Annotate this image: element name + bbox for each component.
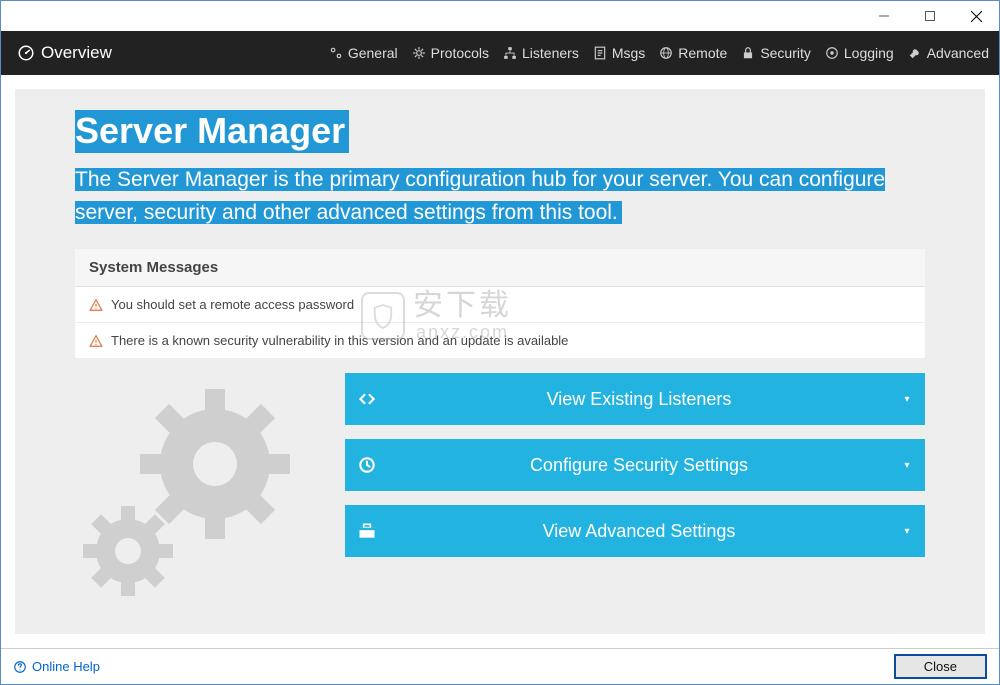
configure-security-button[interactable]: Configure Security Settings ▾ [345,439,925,491]
clock-icon [345,455,389,475]
help-icon [13,660,27,674]
nav-logging[interactable]: Logging [825,45,894,61]
system-messages-panel: System Messages You should set a remote … [75,249,925,359]
bottom-bar: Online Help Close [1,648,999,684]
view-listeners-button[interactable]: View Existing Listeners ▾ [345,373,925,425]
caret-down-icon: ▾ [889,460,925,471]
lock-icon [741,46,755,60]
nav-advanced[interactable]: Advanced [908,45,989,61]
main-navbar: Overview General Protocols Listeners Msg… [1,31,999,75]
nav-security[interactable]: Security [741,45,811,61]
globe-icon [659,46,673,60]
page-title: Server Manager [75,110,349,153]
nav-title[interactable]: Overview [17,43,112,63]
sliders-icon [329,46,343,60]
gear-icon [412,46,426,60]
nav-msgs[interactable]: Msgs [593,45,645,61]
nav-protocols[interactable]: Protocols [412,45,489,61]
briefcase-icon [345,521,389,541]
window-titlebar [1,1,999,31]
nav-title-label: Overview [41,43,112,63]
nav-remote[interactable]: Remote [659,45,727,61]
view-advanced-button[interactable]: View Advanced Settings ▾ [345,505,925,557]
system-message-item: There is a known security vulnerability … [75,323,925,359]
content-panel: Server Manager The Server Manager is the… [15,89,985,634]
warning-icon [89,298,103,312]
document-icon [593,46,607,60]
nav-listeners[interactable]: Listeners [503,45,579,61]
dashboard-icon [17,44,35,62]
maximize-button[interactable] [907,1,953,31]
system-messages-header: System Messages [75,249,925,287]
caret-down-icon: ▾ [889,526,925,537]
nav-general[interactable]: General [329,45,398,61]
online-help-link[interactable]: Online Help [13,659,100,674]
wrench-icon [908,46,922,60]
warning-icon [89,334,103,348]
minimize-button[interactable] [861,1,907,31]
page-description: The Server Manager is the primary config… [75,168,885,224]
close-button[interactable]: Close [894,654,987,679]
system-message-item: You should set a remote access password [75,287,925,323]
caret-down-icon: ▾ [889,394,925,405]
code-icon [345,389,389,409]
close-window-button[interactable] [953,1,999,31]
gears-illustration [75,373,315,599]
disc-icon [825,46,839,60]
sitemap-icon [503,46,517,60]
